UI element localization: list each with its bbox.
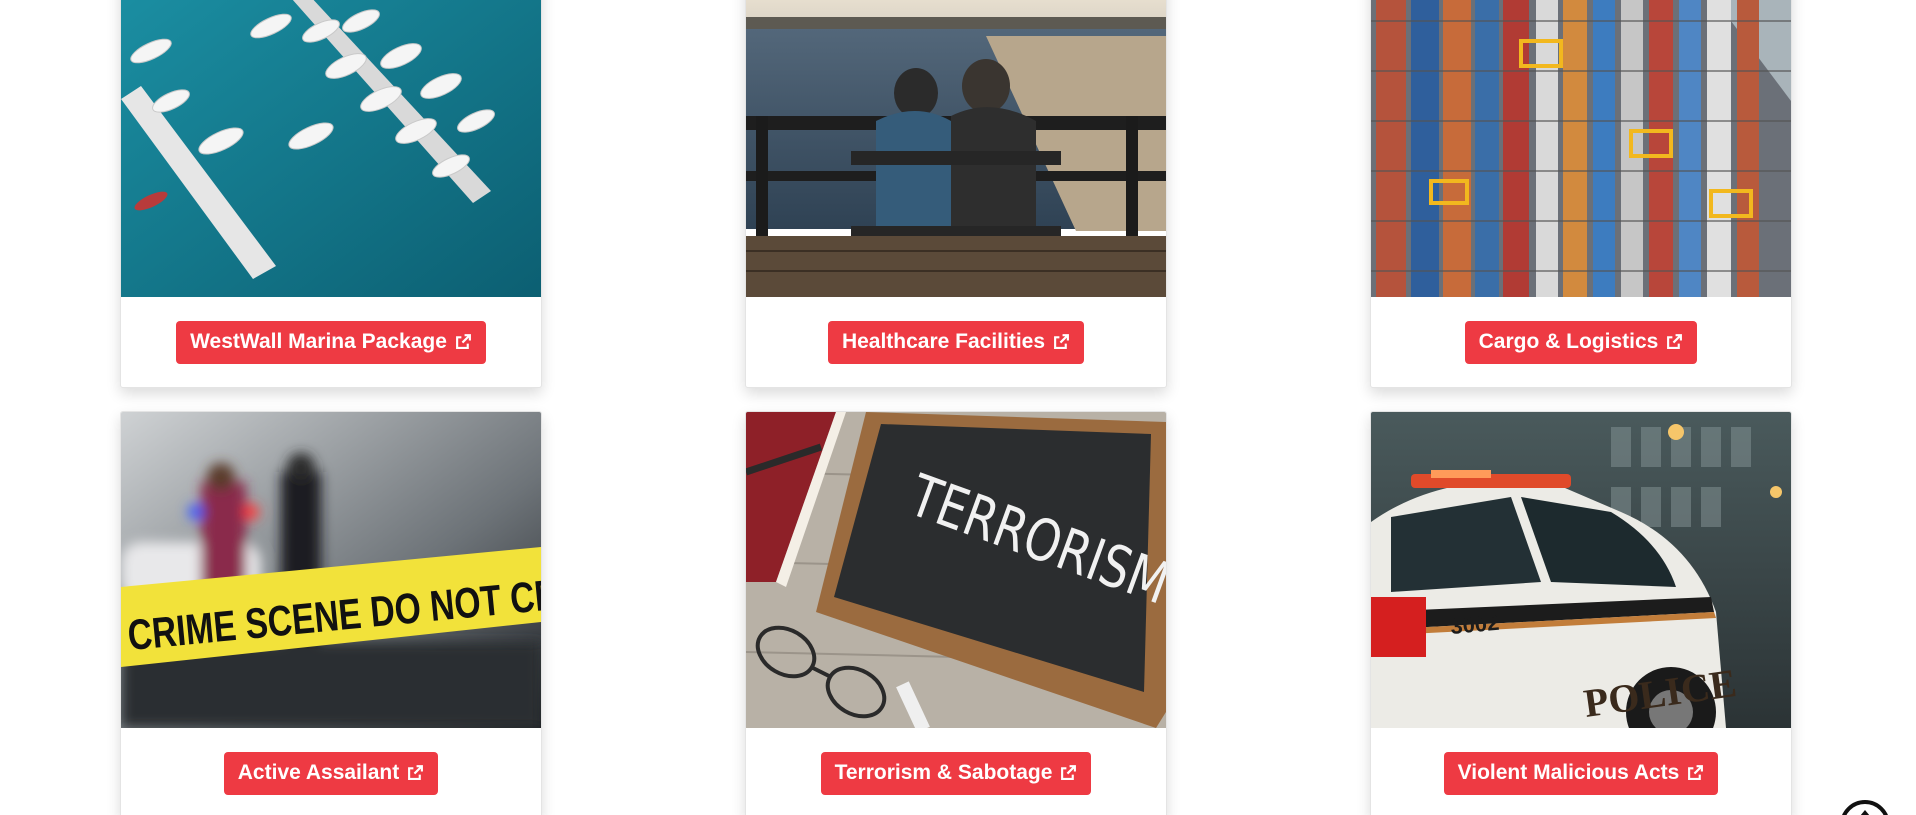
card-terrorism-sabotage: TERRORISM Terrorism & Sabotage (745, 411, 1167, 815)
terrorism-sabotage-button[interactable]: Terrorism & Sabotage (820, 751, 1092, 795)
police-car-number: 3002 (1449, 610, 1500, 639)
westwall-marina-package-button[interactable]: WestWall Marina Package (176, 320, 486, 364)
button-label: Active Assailant (237, 760, 400, 784)
active-assailant-button[interactable]: Active Assailant (223, 751, 439, 795)
button-label: WestWall Marina Package (190, 329, 447, 353)
terrorism-chalkboard-photo: TERRORISM (746, 412, 1166, 728)
external-link-icon (1053, 333, 1070, 350)
couple-on-pier-bench-photo (746, 0, 1166, 297)
button-label: Cargo & Logistics (1478, 329, 1659, 353)
healthcare-facilities-button[interactable]: Healthcare Facilities (827, 320, 1085, 364)
external-link-icon (1060, 764, 1077, 781)
card-active-assailant: CRIME SCENE DO NOT CRO Active Assailant (120, 411, 542, 815)
violent-malicious-acts-button[interactable]: Violent Malicious Acts (1443, 751, 1719, 795)
container-port-aerial-photo (1371, 0, 1791, 297)
external-link-icon (407, 764, 424, 781)
card-healthcare-facilities: Healthcare Facilities (745, 0, 1167, 388)
services-grid: WestWall Marina Package Healthcare Facil… (0, 0, 1916, 815)
button-label: Violent Malicious Acts (1457, 760, 1680, 784)
card-westwall-marina: WestWall Marina Package (120, 0, 542, 388)
card-violent-malicious-acts: 3002 POLICE Violent Malicious Acts (1370, 411, 1792, 815)
external-link-icon (1687, 764, 1704, 781)
crime-scene-tape-photo: CRIME SCENE DO NOT CRO (121, 412, 541, 728)
button-label: Terrorism & Sabotage (834, 760, 1053, 784)
button-label: Healthcare Facilities (841, 329, 1046, 353)
cargo-logistics-button[interactable]: Cargo & Logistics (1464, 320, 1698, 364)
marina-aerial-photo (121, 0, 541, 297)
external-link-icon (1666, 333, 1683, 350)
card-cargo-logistics: Cargo & Logistics (1370, 0, 1792, 388)
external-link-icon (455, 333, 472, 350)
scroll-to-top-icon[interactable] (1840, 800, 1890, 815)
arrow-up-icon (1855, 810, 1875, 815)
police-car-photo: 3002 POLICE (1371, 412, 1791, 728)
